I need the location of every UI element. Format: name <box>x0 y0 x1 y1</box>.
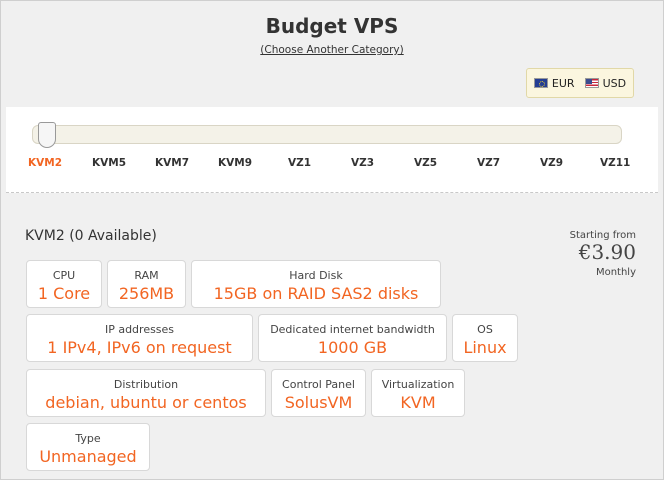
plan-slider-track[interactable] <box>32 125 622 144</box>
currency-eur-label: EUR <box>551 76 575 90</box>
plan-tick-kvm5[interactable]: KVM5 <box>92 157 126 169</box>
spec-distribution-value: debian, ubuntu or centos <box>45 393 247 412</box>
spec-hard-disk-value: 15GB on RAID SAS2 disks <box>213 284 419 303</box>
spec-cpu-label: CPU <box>52 269 76 282</box>
currency-usd-option[interactable]: USD <box>584 76 627 90</box>
currency-usd-label: USD <box>602 76 627 90</box>
currency-switcher: EUR USD <box>526 68 634 98</box>
spec-hard-disk-label: Hard Disk <box>289 269 343 282</box>
currency-eur-option[interactable]: EUR <box>533 76 575 90</box>
spec-virtualization-value: KVM <box>400 393 436 412</box>
spec-distribution-label: Distribution <box>113 378 179 391</box>
spec-bandwidth-value: 1000 GB <box>317 338 388 357</box>
spec-type-value: Unmanaged <box>39 447 137 466</box>
spec-bandwidth-label: Dedicated internet bandwidth <box>270 323 435 336</box>
spec-control-panel-value: SolusVM <box>284 393 353 412</box>
spec-virtualization-label: Virtualization <box>381 378 455 391</box>
choose-category-link[interactable]: (Choose Another Category) <box>0 44 664 56</box>
plan-tick-kvm7[interactable]: KVM7 <box>155 157 189 169</box>
plan-tick-vz1[interactable]: VZ1 <box>288 157 311 169</box>
spec-ip-label: IP addresses <box>104 323 175 336</box>
plan-tick-vz11[interactable]: VZ11 <box>600 157 630 169</box>
plan-slider-handle[interactable] <box>38 122 56 148</box>
spec-control-panel-label: Control Panel <box>282 378 355 391</box>
spec-cpu-value: 1 Core <box>37 284 91 303</box>
plan-tick-kvm9[interactable]: KVM9 <box>218 157 252 169</box>
spec-cpu: CPU 1 Core <box>26 260 102 308</box>
plan-slider-labels: KVM2 KVM5 KVM7 KVM9 VZ1 VZ3 VZ5 VZ7 VZ9 … <box>6 157 658 171</box>
spec-bandwidth: Dedicated internet bandwidth 1000 GB <box>258 314 447 362</box>
us-flag-icon <box>584 78 599 88</box>
page-title: Budget VPS <box>265 14 399 38</box>
spec-hard-disk: Hard Disk 15GB on RAID SAS2 disks <box>191 260 441 308</box>
spec-os-label: OS <box>477 323 493 336</box>
plan-tick-vz7[interactable]: VZ7 <box>477 157 500 169</box>
spec-type: Type Unmanaged <box>26 423 150 471</box>
plan-tick-vz3[interactable]: VZ3 <box>351 157 374 169</box>
plan-tick-vz5[interactable]: VZ5 <box>414 157 437 169</box>
price-period: Monthly <box>595 267 636 278</box>
spec-ip-addresses: IP addresses 1 IPv4, IPv6 on request <box>26 314 253 362</box>
plan-slider-panel: KVM2 KVM5 KVM7 KVM9 VZ1 VZ3 VZ5 VZ7 VZ9 … <box>6 107 658 193</box>
spec-virtualization: Virtualization KVM <box>371 369 465 417</box>
price-box: Starting from €3.90 Monthly <box>570 230 636 278</box>
spec-ip-value: 1 IPv4, IPv6 on request <box>47 338 232 357</box>
plan-name: KVM2 (0 Available) <box>25 228 157 244</box>
spec-type-label: Type <box>75 432 101 445</box>
spec-distribution: Distribution debian, ubuntu or centos <box>26 369 266 417</box>
spec-ram-label: RAM <box>134 269 159 282</box>
spec-os: OS Linux <box>452 314 518 362</box>
spec-control-panel: Control Panel SolusVM <box>271 369 366 417</box>
spec-ram-value: 256MB <box>118 284 175 303</box>
spec-os-value: Linux <box>463 338 507 357</box>
spec-ram: RAM 256MB <box>107 260 186 308</box>
plan-tick-kvm2[interactable]: KVM2 <box>28 157 62 169</box>
eu-flag-icon <box>533 78 548 88</box>
plan-tick-vz9[interactable]: VZ9 <box>540 157 563 169</box>
price-value: €3.90 <box>578 240 636 264</box>
